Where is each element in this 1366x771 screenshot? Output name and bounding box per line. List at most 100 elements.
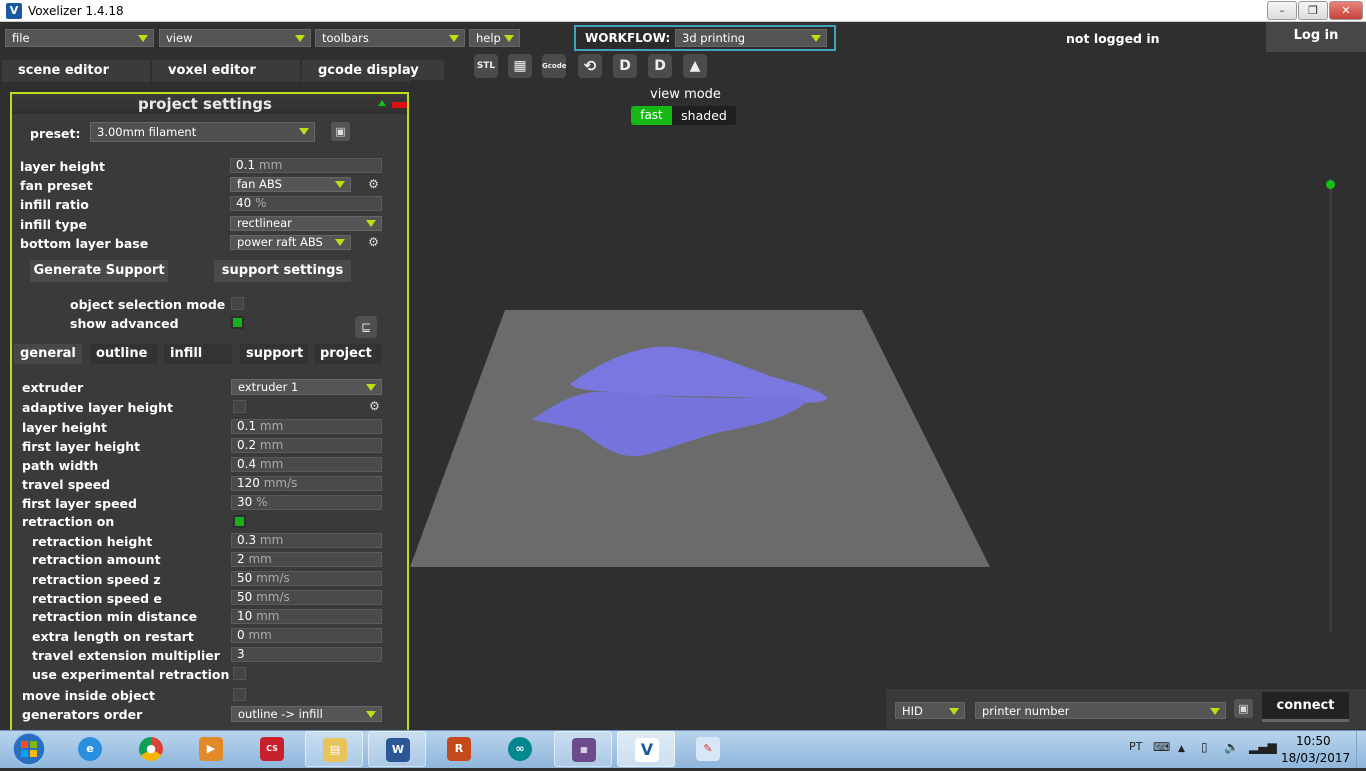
close-button[interactable]: ✕ (1329, 1, 1363, 20)
checker-icon[interactable]: ▦ (508, 54, 532, 78)
retraction-amount-input[interactable]: 2 mm (231, 552, 382, 567)
fan-preset-dropdown[interactable]: fan ABS (230, 177, 351, 192)
open-gcode-icon[interactable]: Gcode (542, 54, 566, 78)
orbit-icon[interactable]: ⟲ (578, 54, 602, 78)
menu-file[interactable]: file (5, 29, 154, 47)
bottom-layer-dropdown[interactable]: power raft ABS (230, 235, 351, 250)
support-settings-button[interactable]: support settings (214, 260, 351, 282)
basic-layer-height-input[interactable]: 0.1 mm (230, 158, 382, 173)
open-stl-icon[interactable]: STL (474, 54, 498, 78)
infill-type-dropdown[interactable]: rectlinear (230, 216, 382, 231)
taskbar-arduino[interactable]: ∞ (491, 731, 549, 767)
subtab-infill[interactable]: infill (164, 344, 232, 364)
experimental-retraction-checkbox[interactable] (233, 667, 246, 680)
volume-icon[interactable]: 🔈 (1224, 740, 1239, 754)
infill-ratio-input[interactable]: 40 % (230, 196, 382, 211)
move-inside-checkbox[interactable] (233, 688, 246, 701)
tab-gcode-display[interactable]: gcode display (302, 60, 444, 82)
extruder-dropdown[interactable]: extruder 1 (231, 379, 382, 395)
collapse-icon[interactable] (378, 100, 386, 106)
connect-button[interactable]: connect (1262, 692, 1349, 722)
retraction-speed-e-input[interactable]: 50 mm/s (231, 590, 382, 605)
clock-time[interactable]: 10:50 (1296, 734, 1331, 748)
show-desktop-button[interactable] (1356, 731, 1366, 768)
print-icon[interactable]: ▲ (683, 54, 707, 78)
layer-slider-track[interactable] (1329, 178, 1332, 633)
device-icon[interactable]: ▯ (1201, 740, 1208, 754)
drop-d2-icon[interactable]: D (648, 54, 672, 78)
adv-label: retraction speed z (32, 572, 161, 587)
start-button[interactable] (2, 731, 56, 767)
maximize-button[interactable]: ❐ (1298, 1, 1328, 20)
taskbar-copper[interactable]: ▦ (554, 731, 612, 767)
value: 120 (237, 476, 260, 490)
basic-label-layer-height: layer height (20, 159, 105, 174)
close-panel-icon[interactable] (392, 102, 407, 108)
taskbar-paint[interactable]: ✎ (679, 731, 737, 767)
tray-expand-icon[interactable]: ▲ (1178, 744, 1185, 754)
value: 0.4 (237, 457, 257, 471)
save-preset-icon[interactable]: ▣ (331, 122, 350, 141)
bottom-layer-gear-icon[interactable]: ⚙ (367, 236, 380, 249)
adaptive-layer-checkbox[interactable] (233, 400, 246, 413)
first-layer-speed-input[interactable]: 30 % (231, 495, 382, 510)
chevron-down-icon (366, 384, 376, 391)
travel-speed-input[interactable]: 120 mm/s (231, 476, 382, 491)
taskbar-eagle[interactable]: CS (243, 731, 301, 767)
fan-preset-gear-icon[interactable]: ⚙ (367, 178, 380, 191)
retraction-min-distance-input[interactable]: 10 mm (231, 609, 382, 624)
keyboard-icon[interactable]: ⌨ (1153, 740, 1170, 754)
subtab-general[interactable]: general (14, 344, 82, 364)
menu-toolbars[interactable]: toolbars (315, 29, 465, 47)
view-mode-shaded-button[interactable]: shaded (672, 106, 736, 125)
clock-date[interactable]: 18/03/2017 (1281, 751, 1350, 765)
media-player-icon: ▶ (199, 737, 223, 761)
tree-view-icon[interactable]: ⊑ (355, 316, 377, 338)
adv-layer-height-input[interactable]: 0.1 mm (231, 419, 382, 434)
taskbar-word[interactable]: W (368, 731, 426, 767)
object-selection-checkbox[interactable] (231, 297, 244, 310)
extra-length-input[interactable]: 0 mm (231, 628, 382, 643)
value: outline -> infill (238, 707, 323, 721)
travel-extension-input[interactable]: 3 (231, 647, 382, 662)
generate-support-button[interactable]: Generate Support (30, 260, 168, 282)
retraction-speed-z-input[interactable]: 50 mm/s (231, 571, 382, 586)
tab-scene-editor[interactable]: scene editor (2, 60, 150, 82)
taskbar-explorer[interactable]: ▤ (305, 731, 363, 767)
build-plate-scene (410, 310, 990, 567)
3d-viewport[interactable] (410, 80, 1366, 730)
adaptive-layer-gear-icon[interactable]: ⚙ (368, 400, 381, 413)
subtab-project[interactable]: project (314, 344, 382, 364)
subtab-outline[interactable]: outline (90, 344, 158, 364)
panel-header: project settings (12, 94, 407, 114)
view-mode-fast-button[interactable]: fast (631, 106, 672, 125)
drop-d-icon[interactable]: D (613, 54, 637, 78)
tab-voxel-editor[interactable]: voxel editor (152, 60, 300, 82)
minimize-button[interactable]: – (1267, 1, 1297, 20)
menu-help[interactable]: help (469, 29, 520, 47)
taskbar-media[interactable]: ▶ (182, 731, 240, 767)
path-width-input[interactable]: 0.4 mm (231, 457, 382, 472)
port-dropdown[interactable]: HID (895, 702, 965, 719)
first-layer-height-input[interactable]: 0.2 mm (231, 438, 382, 453)
taskbar-chrome[interactable]: ● (122, 731, 180, 767)
save-connection-icon[interactable]: ▣ (1234, 699, 1253, 718)
language-indicator[interactable]: PT (1129, 740, 1142, 753)
printer-dropdown[interactable]: printer number (975, 702, 1226, 719)
preset-dropdown[interactable]: 3.00mm filament (90, 122, 315, 142)
unit: mm (248, 628, 272, 642)
show-advanced-checkbox[interactable] (231, 316, 244, 329)
taskbar-reaper[interactable]: R (430, 731, 488, 767)
unit: mm/s (263, 476, 298, 490)
login-button[interactable]: Log in (1266, 22, 1366, 52)
subtab-support[interactable]: support (240, 344, 308, 364)
generators-order-dropdown[interactable]: outline -> infill (231, 706, 382, 722)
workflow-dropdown[interactable]: 3d printing (675, 29, 827, 47)
network-icon[interactable]: ▂▄▆ (1249, 740, 1277, 754)
retraction-on-checkbox[interactable] (233, 515, 246, 528)
retraction-height-input[interactable]: 0.3 mm (231, 533, 382, 548)
taskbar-voxelizer[interactable]: V (617, 731, 675, 767)
taskbar-ie[interactable]: e (61, 731, 119, 767)
layer-slider-handle[interactable] (1326, 180, 1335, 189)
menu-view[interactable]: view (159, 29, 311, 47)
